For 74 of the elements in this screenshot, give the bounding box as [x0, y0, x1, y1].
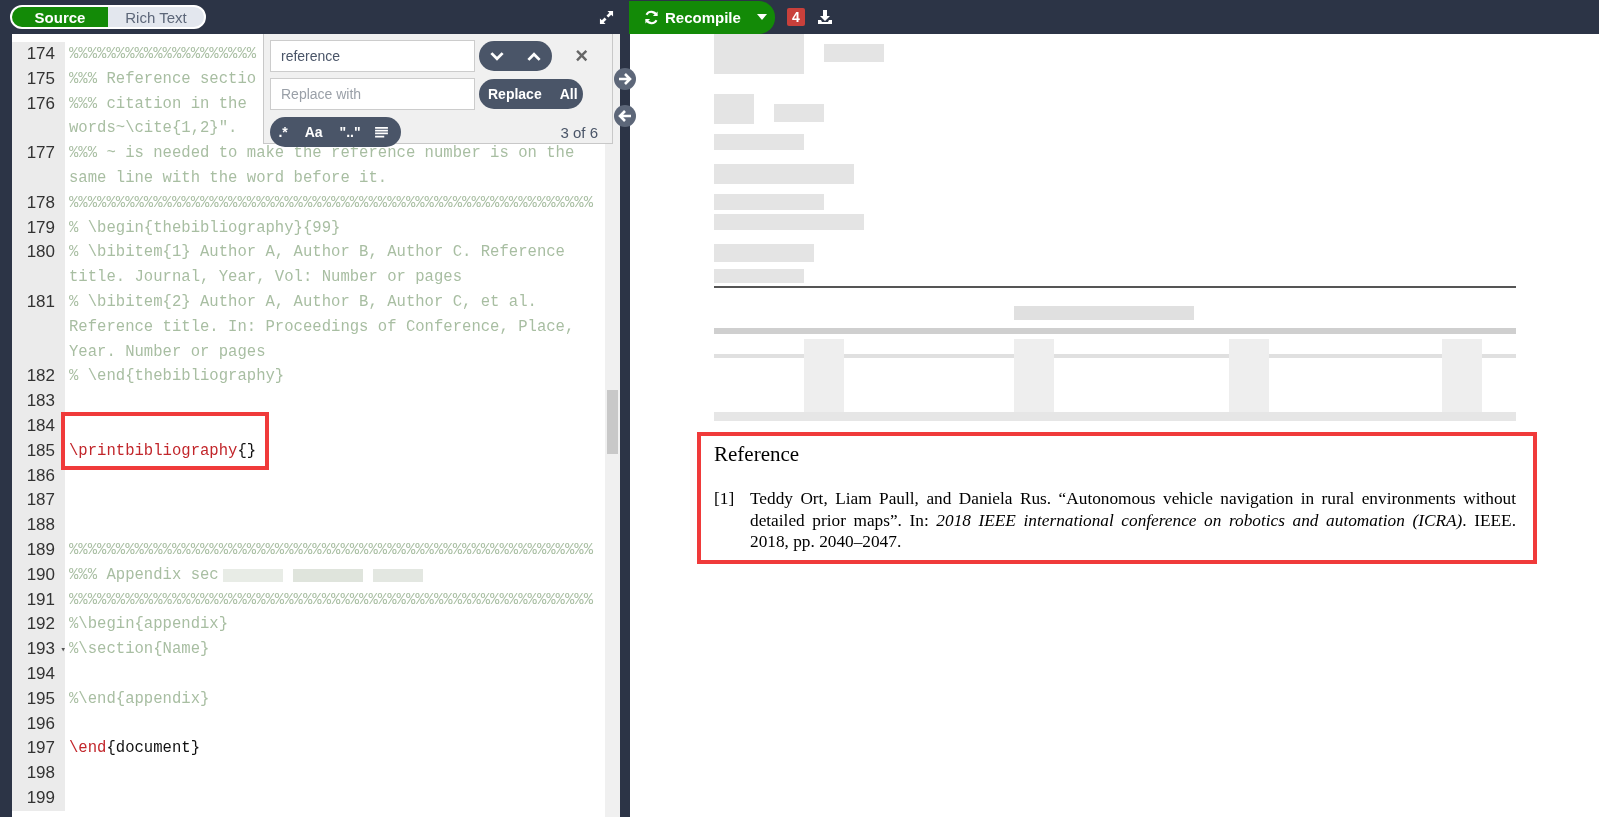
reference-number: [1] — [714, 488, 736, 510]
log-count-badge[interactable]: 4 — [787, 8, 805, 26]
code-comment: words~\cite{1,2}". — [69, 118, 238, 140]
line-number: 193 — [26, 638, 56, 661]
line-number: 177 — [26, 142, 56, 165]
code-comment: %%% Reference sectio — [69, 68, 257, 90]
next-match-icon[interactable] — [490, 51, 505, 61]
code-comment: %%% Appendix sec — [69, 564, 219, 586]
code-comment: same line with the word before it. — [69, 168, 388, 189]
code-comment: %%%%%%%%%%%%%%%%%%%% — [69, 44, 257, 65]
line-number: 196 — [26, 712, 56, 735]
line-number: 188 — [26, 514, 56, 537]
refresh-icon — [644, 9, 659, 25]
line-number: 180 — [26, 241, 56, 264]
expand-icon[interactable] — [599, 9, 614, 25]
references-heading: Reference — [714, 441, 801, 468]
line-number: 184 — [26, 414, 56, 437]
line-number: 181 — [26, 290, 56, 313]
code-text: {} — [237, 440, 257, 462]
line-number: 174 — [26, 43, 56, 65]
line-number: 178 — [26, 191, 56, 214]
search-option-toggle[interactable]: Aa — [301, 124, 326, 140]
line-number: 175 — [26, 67, 56, 90]
replace-field[interactable]: Replace with — [270, 78, 475, 110]
line-number: 194 — [26, 662, 56, 685]
line-number: 187 — [26, 489, 56, 512]
caret-icon — [757, 14, 767, 20]
latex-command: \printbibliography — [69, 440, 238, 462]
recompile-button[interactable]: Recompile — [629, 0, 775, 34]
line-number: 186 — [26, 464, 56, 487]
replace-all-button[interactable]: All — [550, 86, 587, 102]
download-icon[interactable] — [816, 9, 833, 25]
code-comment: % \bibitem{1} Author A, Author B, Author C. Reference — [69, 242, 565, 264]
line-number: 197 — [26, 737, 56, 760]
code-comment: %%%%%%%%%%%%%%%%%%%%%%%%%%%%%%%%%%%%%%%%%%%%%%%%%%%%%%%% — [69, 192, 594, 214]
line-number: 176 — [26, 92, 56, 115]
line-number: 185 — [26, 439, 56, 462]
line-number: 179 — [26, 216, 56, 239]
close-button[interactable]: × — [575, 43, 588, 69]
align-lines-icon[interactable] — [374, 126, 388, 138]
search-option-toggle[interactable]: .* — [275, 124, 291, 140]
line-number: 191 — [26, 588, 56, 611]
code-text: {document} — [106, 738, 200, 760]
code-comment: Year. Number or pages — [69, 341, 266, 363]
previous-match-icon[interactable] — [526, 51, 541, 61]
code-comment: %%%%%%%%%%%%%%%%%%%%%%%%%%%%%%%%%%%%%%%%%%%%%%%%%%%%%%%% — [69, 539, 594, 561]
replace-button[interactable]: Replace — [479, 86, 551, 102]
code-comment: %\begin{appendix} — [69, 614, 229, 636]
line-number: 195 — [26, 687, 56, 710]
code-comment: %\section{Name} — [69, 639, 210, 661]
line-number: 189 — [26, 538, 56, 561]
reference-entry: Teddy Ort, Liam Paull, and Daniela Rus. “Autonomous vehicle navigation in rural environments without detailed prior maps”. In: 2018 IEEE international conference on robotics and automation (ICRA). IEEE. 2018, pp. 2040–2047. — [750, 488, 1516, 553]
line-number: 198 — [26, 762, 56, 785]
line-number: 192 — [26, 613, 56, 636]
line-number: 182 — [26, 365, 56, 388]
code-comment: %\end{appendix} — [69, 688, 210, 710]
code-comment: % \begin{thebibliography}{99} — [69, 217, 341, 239]
code-comment: title. Journal, Year, Vol: Number or pages — [69, 267, 463, 289]
code-comment: % \end{thebibliography} — [69, 366, 285, 388]
search-option-toggle[interactable]: ".." — [336, 124, 364, 140]
editor-mode-tab[interactable]: Source — [12, 7, 108, 27]
line-number: 183 — [26, 390, 56, 413]
search-field[interactable]: reference — [270, 40, 475, 72]
code-comment: Reference title. In: Proceedings of Conference, Place, — [69, 316, 575, 338]
match-count: 3 of 6 — [560, 123, 598, 141]
editor-mode-tab[interactable]: Rich Text — [108, 7, 204, 27]
fold-toggle[interactable]: ▾ — [60, 637, 66, 662]
latex-command: \end — [69, 738, 107, 760]
line-number: 199 — [26, 786, 56, 809]
code-comment: %%%%%%%%%%%%%%%%%%%%%%%%%%%%%%%%%%%%%%%%%%%%%%%%%%%%%%%% — [69, 589, 594, 611]
code-comment: % \bibitem{2} Author A, Author B, Author C, et al. — [69, 291, 537, 313]
scrollbar-thumb[interactable] — [607, 390, 618, 454]
line-number: 190 — [26, 563, 56, 586]
code-comment: %%% citation in the — [69, 93, 247, 115]
